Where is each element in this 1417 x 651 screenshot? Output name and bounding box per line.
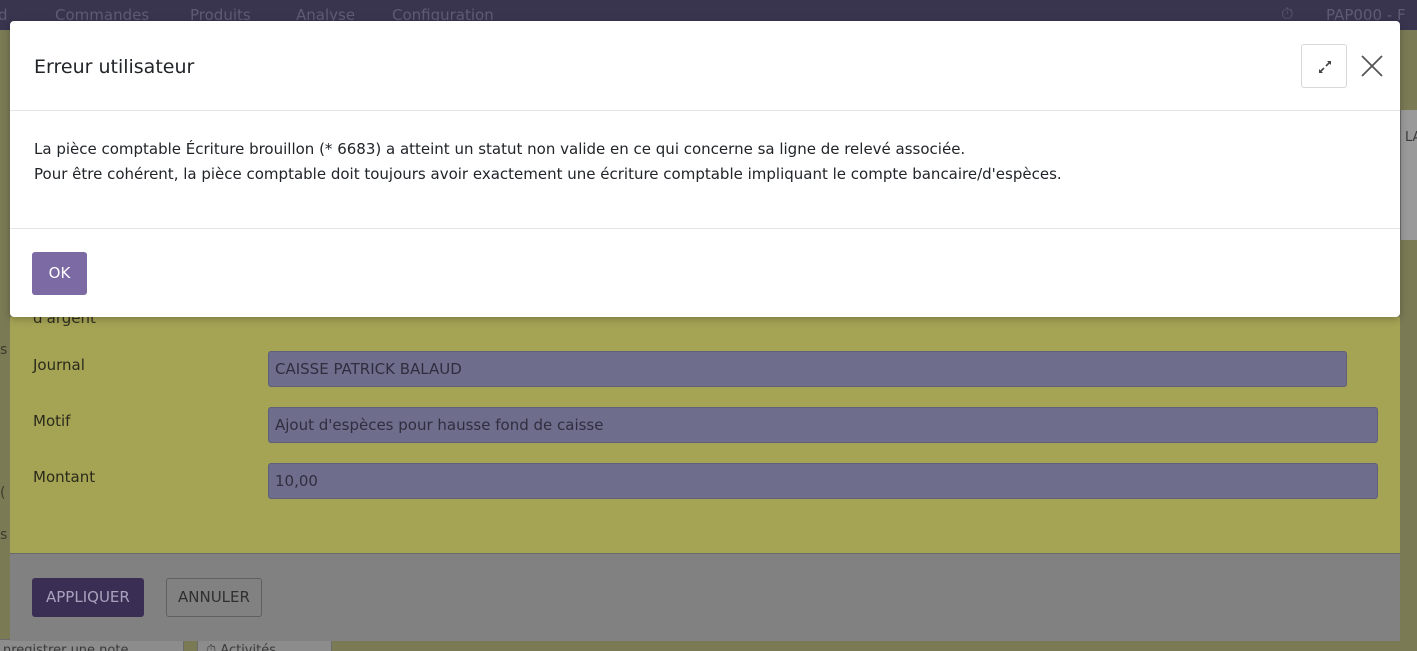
apply-button[interactable]: APPLIQUER	[32, 578, 144, 617]
cancel-button[interactable]: ANNULER	[166, 578, 262, 617]
nav-item-fragment[interactable]: d	[0, 6, 8, 24]
error-modal: Erreur utilisateur La pièce comptable Éc…	[10, 21, 1400, 317]
cash-wizard-dialog: d'argent Journal CAISSE PATRICK BALAUD M…	[10, 309, 1400, 641]
background-column-fragment: LA	[1405, 130, 1417, 145]
journal-field[interactable]: CAISSE PATRICK BALAUD	[268, 351, 1347, 387]
ok-button[interactable]: OK	[32, 252, 87, 295]
montant-label: Montant	[33, 468, 96, 486]
background-column: LA	[1400, 110, 1417, 240]
motif-field[interactable]: Ajout d'espèces pour hausse fond de cais…	[268, 407, 1378, 443]
background-text-fragment: s	[0, 342, 8, 358]
montant-field[interactable]: 10,00	[268, 463, 1378, 499]
wizard-footer: APPLIQUER ANNULER	[10, 553, 1400, 641]
clock-icon: ⏱	[206, 643, 221, 651]
error-message-line-2: Pour être cohérent, la pièce comptable d…	[34, 165, 1062, 183]
expand-button[interactable]	[1301, 44, 1347, 88]
activities-label: Activités	[220, 643, 276, 651]
background-text-fragment: (	[0, 485, 6, 501]
modal-body: La pièce comptable Écriture brouillon (*…	[10, 112, 1400, 229]
modal-title: Erreur utilisateur	[34, 56, 195, 78]
background-text-fragment: s	[0, 527, 8, 543]
close-button[interactable]	[1359, 52, 1385, 80]
modal-header: Erreur utilisateur	[10, 21, 1400, 111]
motif-label: Motif	[33, 412, 71, 430]
error-message-line-1: La pièce comptable Écriture brouillon (*…	[34, 140, 966, 158]
expand-icon	[1319, 61, 1331, 73]
journal-label: Journal	[33, 356, 85, 374]
close-icon	[1361, 55, 1383, 77]
